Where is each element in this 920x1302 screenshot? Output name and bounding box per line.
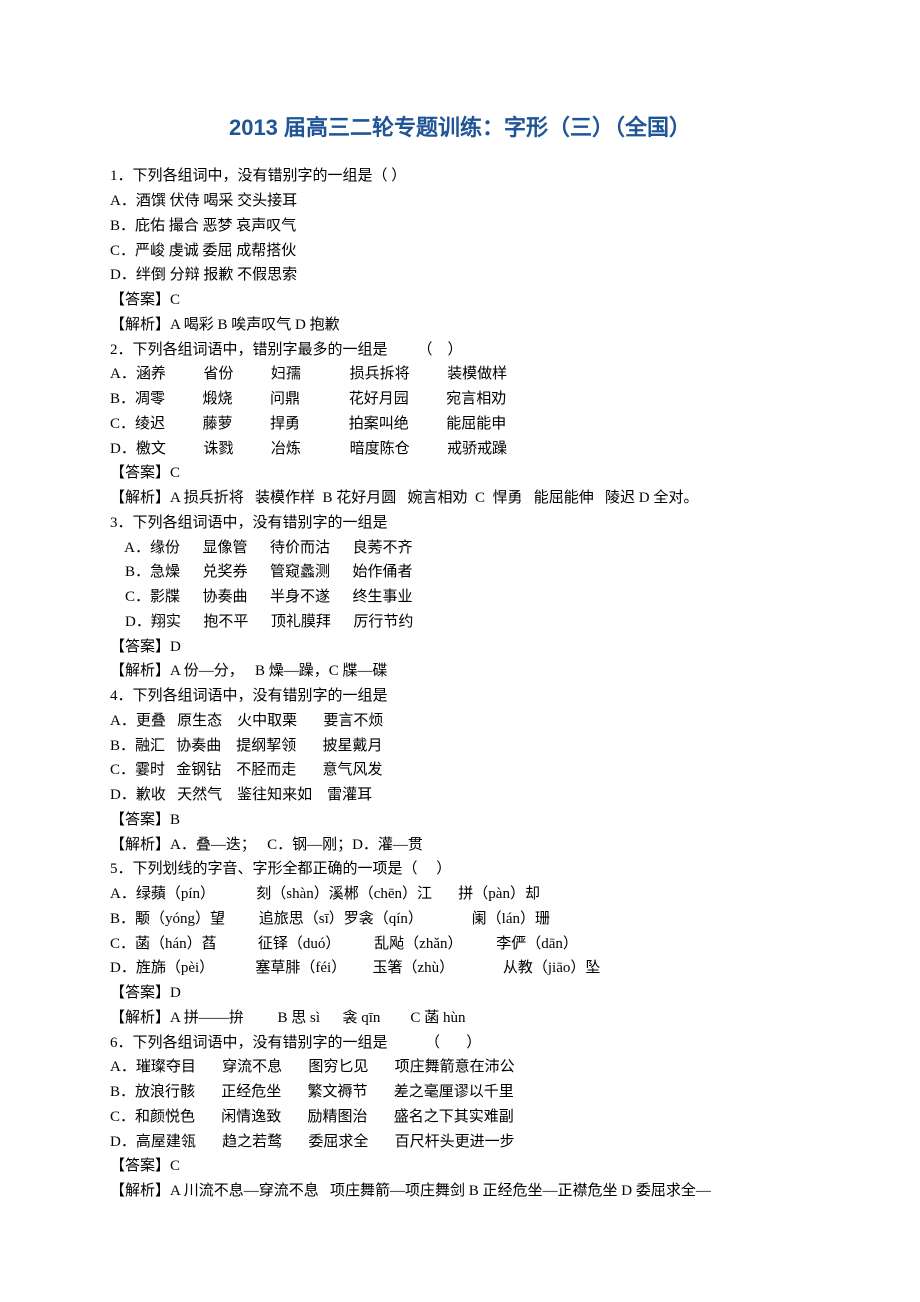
q1-option-c: C．严峻 虔诚 委屈 成帮搭伙 xyxy=(110,239,810,264)
q3-answer: 【答案】D xyxy=(110,635,810,660)
document-page: 2013 届高三二轮专题训练：字形（三）（全国） 1．下列各组词中，没有错别字的… xyxy=(0,0,920,1264)
q1-stem: 1．下列各组词中，没有错别字的一组是（ ） xyxy=(110,164,810,189)
q6-option-b: B．放浪行骸 正经危坐 繁文褥节 差之毫厘谬以千里 xyxy=(110,1080,810,1105)
q4-option-a: A．更叠 原生态 火中取栗 要言不烦 xyxy=(110,709,810,734)
q3-explanation: 【解析】A 份—分， B 燥—躁，C 牒—碟 xyxy=(110,659,810,684)
q6-stem: 6．下列各组词语中，没有错别字的一组是 （ ） xyxy=(110,1031,810,1056)
q3-stem: 3．下列各组词语中，没有错别字的一组是 xyxy=(110,511,810,536)
q5-option-b: B．颙（yóng）望 追旅思（sī）罗衾（qín） 阑（lán）珊 xyxy=(110,907,810,932)
q2-option-a: A．涵养 省份 妇孺 损兵拆将 装模做样 xyxy=(110,362,810,387)
q5-option-a: A．绿蘋（pín） 刻（shàn）溪郴（chēn）江 拼（pàn）却 xyxy=(110,882,810,907)
q4-explanation: 【解析】A．叠—迭； C．钢—刚；D．灌—贯 xyxy=(110,833,810,858)
q1-answer: 【答案】C xyxy=(110,288,810,313)
q5-explanation: 【解析】A 拼——拚 B 思 sì 衾 qīn C 菡 hùn xyxy=(110,1006,810,1031)
q6-explanation: 【解析】A 川流不息—穿流不息 项庄舞箭—项庄舞剑 B 正经危坐—正襟危坐 D … xyxy=(110,1179,810,1204)
q5-answer: 【答案】D xyxy=(110,981,810,1006)
q5-option-c: C．菡（hán）萏 征铎（duó） 乱飐（zhǎn） 李俨（dān） xyxy=(110,932,810,957)
q2-explanation: 【解析】A 损兵折将 装模作样 B 花好月圆 婉言相劝 C 悍勇 能屈能伸 陵迟… xyxy=(110,486,810,511)
q4-option-d: D．歉收 天然气 鉴往知来如 雷灌耳 xyxy=(110,783,810,808)
q5-option-d: D．旌旆（pèi） 塞草腓（féi） 玉箸（zhù） 从教（jiāo）坠 xyxy=(110,956,810,981)
q2-option-b: B．凋零 煅烧 问鼎 花好月园 宛言相劝 xyxy=(110,387,810,412)
q2-stem: 2．下列各组词语中，错别字最多的一组是 （ ） xyxy=(110,338,810,363)
q2-answer: 【答案】C xyxy=(110,461,810,486)
q1-option-d: D．绊倒 分辩 报歉 不假思索 xyxy=(110,263,810,288)
q6-answer: 【答案】C xyxy=(110,1154,810,1179)
q2-option-d: D．檄文 诛戮 冶炼 暗度陈仓 戒骄戒躁 xyxy=(110,437,810,462)
q6-option-a: A．璀璨夺目 穿流不息 图穷匕见 项庄舞箭意在沛公 xyxy=(110,1055,810,1080)
q6-option-d: D．高屋建瓴 趋之若鹜 委屈求全 百尺杆头更进一步 xyxy=(110,1130,810,1155)
q4-stem: 4．下列各组词语中，没有错别字的一组是 xyxy=(110,684,810,709)
q3-option-a: A．缘份 显像管 待价而沽 良莠不齐 xyxy=(110,536,810,561)
q1-option-a: A．酒馔 伏侍 喝采 交头接耳 xyxy=(110,189,810,214)
q4-answer: 【答案】B xyxy=(110,808,810,833)
q4-option-c: C．霎时 金钢钻 不胫而走 意气风发 xyxy=(110,758,810,783)
q3-option-b: B．急燥 兑奖券 管窥蠡测 始作俑者 xyxy=(110,560,810,585)
q2-option-c: C．绫迟 藤萝 捍勇 拍案叫绝 能屈能申 xyxy=(110,412,810,437)
q5-stem: 5．下列划线的字音、字形全都正确的一项是（ ） xyxy=(110,857,810,882)
q1-option-b: B．庇佑 撮合 恶梦 哀声叹气 xyxy=(110,214,810,239)
q3-option-c: C．影牒 协奏曲 半身不遂 终生事业 xyxy=(110,585,810,610)
document-title: 2013 届高三二轮专题训练：字形（三）（全国） xyxy=(110,110,810,146)
q3-option-d: D．翔实 抱不平 顶礼膜拜 厉行节约 xyxy=(110,610,810,635)
q6-option-c: C．和颜悦色 闲情逸致 励精图治 盛名之下其实难副 xyxy=(110,1105,810,1130)
q4-option-b: B．融汇 协奏曲 提纲挈领 披星戴月 xyxy=(110,734,810,759)
q1-explanation: 【解析】A 喝彩 B 唉声叹气 D 抱歉 xyxy=(110,313,810,338)
